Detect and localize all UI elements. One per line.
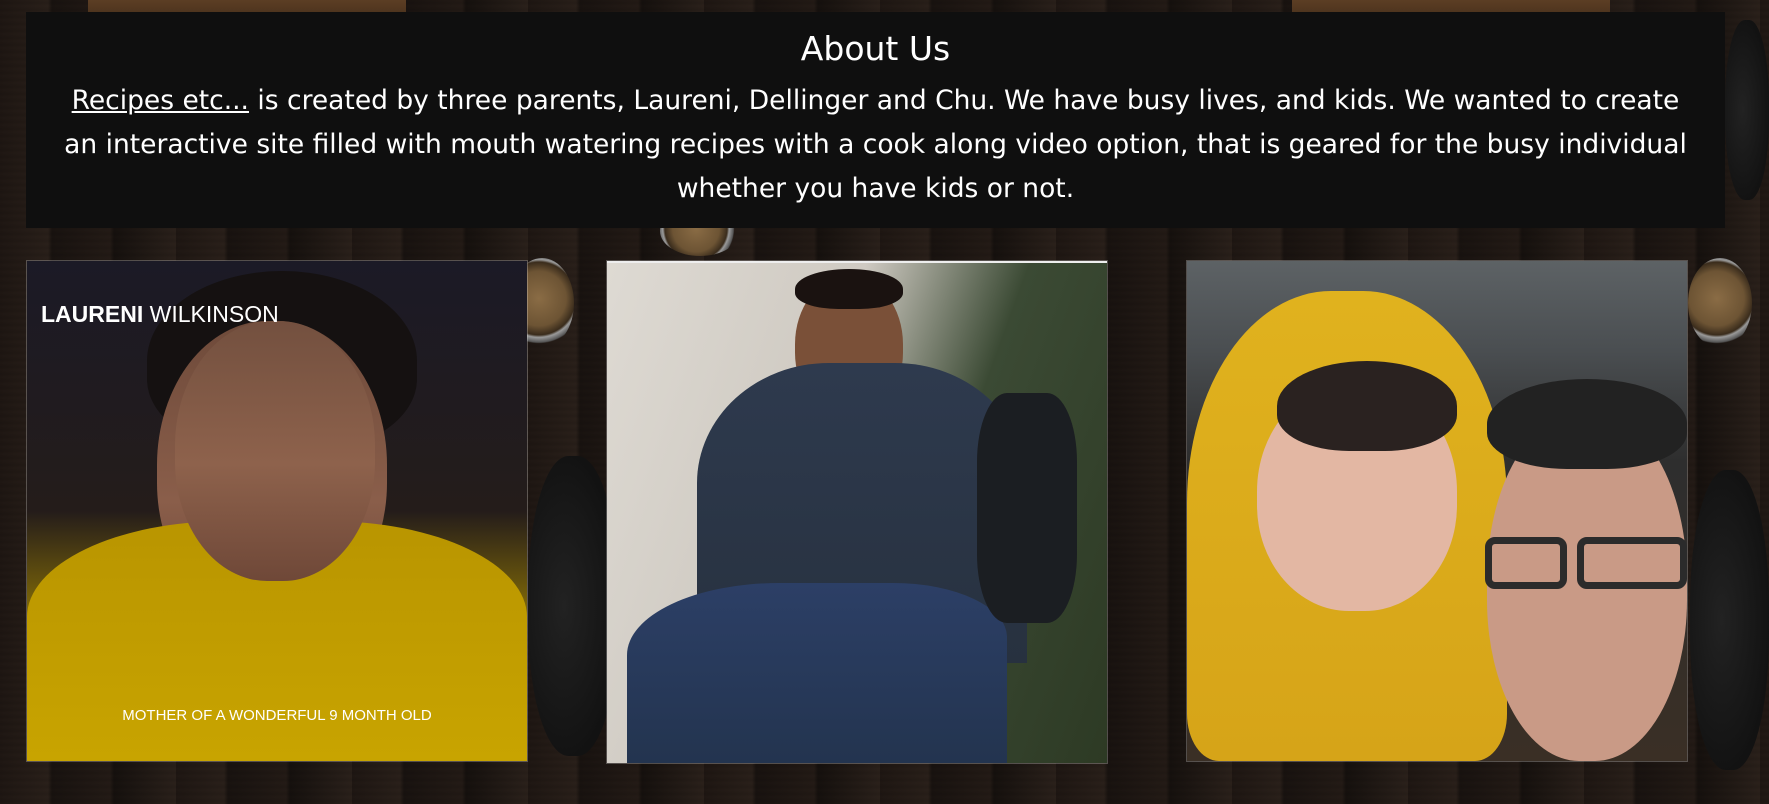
- jeans: [627, 583, 1007, 763]
- hair: [1277, 361, 1457, 451]
- spice-bowl: [1688, 258, 1752, 348]
- cast-iron-pan: [1690, 470, 1769, 770]
- member-first-name: LAURENI: [41, 301, 144, 327]
- about-section: About Us Recipes etc... is created by th…: [26, 12, 1725, 228]
- cast-iron-pan: [1725, 20, 1769, 200]
- backpack: [977, 393, 1077, 623]
- hair: [795, 269, 903, 309]
- about-description: Recipes etc... is created by three paren…: [60, 79, 1691, 211]
- page-title: About Us: [800, 29, 951, 68]
- cast-iron-pan: [528, 456, 618, 756]
- face: [175, 321, 375, 581]
- member-last-name: WILKINSON: [143, 301, 279, 327]
- member-name: LAURENI WILKINSON: [41, 301, 279, 328]
- team-photo-dellinger[interactable]: [607, 261, 1107, 763]
- site-name-link[interactable]: Recipes etc...: [72, 85, 249, 116]
- glasses-lens: [1577, 537, 1687, 589]
- hair: [1487, 379, 1687, 469]
- member-caption: MOTHER OF A WONDERFUL 9 MONTH OLD: [122, 707, 432, 724]
- glasses-lens: [1485, 537, 1567, 589]
- description-text: is created by three parents, Laureni, De…: [64, 85, 1687, 205]
- team-photo-laureni[interactable]: LAURENI WILKINSON MOTHER OF A WONDERFUL …: [27, 261, 527, 761]
- team-photo-chu[interactable]: [1187, 261, 1687, 761]
